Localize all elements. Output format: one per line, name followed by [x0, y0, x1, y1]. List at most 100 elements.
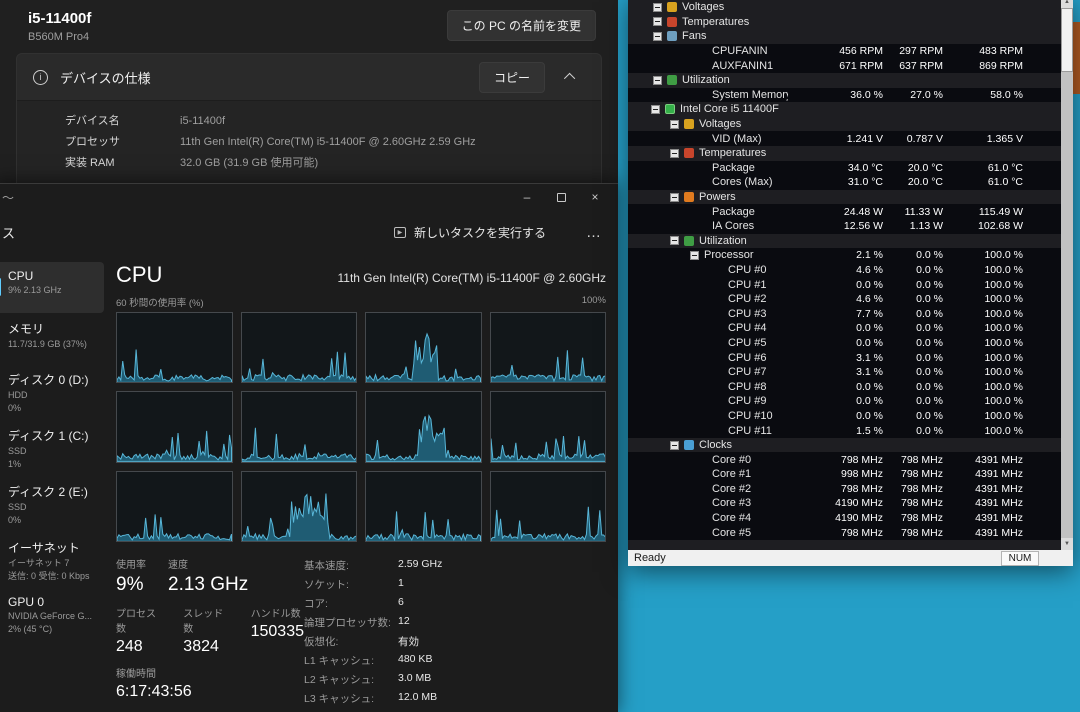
tree-expander-icon[interactable] — [653, 32, 662, 41]
sensor-row[interactable]: VID (Max) 1.241 V 0.787 V 1.365 V — [628, 131, 1061, 146]
sensor-row[interactable]: CPUFANIN 456 RPM 297 RPM 483 RPM — [628, 44, 1061, 59]
sensor-row[interactable]: Processor 2.1 % 0.0 % 100.0 % — [628, 248, 1061, 263]
sensor-row[interactable]: Powers — [628, 190, 1061, 205]
sensor-row[interactable]: CPU #8 0.0 % 0.0 % 100.0 % — [628, 379, 1061, 394]
sensor-row[interactable]: CPU #6 3.1 % 0.0 % 100.0 % — [628, 350, 1061, 365]
taskman-sidebar-item[interactable]: ディスク 1 (C:) SSD 1% — [0, 420, 104, 476]
taskman-app-icon: 〜 — [2, 189, 14, 206]
device-spec-card-header[interactable]: デバイスの仕様 コピー — [17, 54, 601, 100]
sensor-row[interactable]: Core #3 4190 MHz 798 MHz 4391 MHz — [628, 496, 1061, 511]
scrollbar-thumb[interactable] — [1061, 8, 1073, 72]
sensor-label: Processor — [704, 248, 754, 262]
sensor-value-current: 798 MHz — [788, 526, 883, 540]
sensor-value-max: 100.0 % — [943, 351, 1023, 365]
taskman-sidebar-item[interactable]: CPU 9% 2.13 GHz — [0, 262, 104, 313]
sensor-row[interactable]: Cores (Max) 31.0 °C 20.0 °C 61.0 °C — [628, 175, 1061, 190]
tree-expander-icon[interactable] — [690, 251, 699, 260]
copy-button[interactable]: コピー — [479, 62, 545, 93]
sensor-row[interactable]: Voltages — [628, 0, 1061, 15]
cpu-core-graph-grid — [116, 312, 606, 542]
sensor-row[interactable]: Fans — [628, 29, 1061, 44]
close-button[interactable]: × — [578, 184, 612, 210]
sensor-row[interactable]: CPU #2 4.6 % 0.0 % 100.0 % — [628, 292, 1061, 307]
sensor-row[interactable]: CPU #1 0.0 % 0.0 % 100.0 % — [628, 277, 1061, 292]
sensor-row[interactable]: Utilization — [628, 234, 1061, 249]
scrollbar[interactable]: ▲ ▼ — [1061, 0, 1073, 550]
tree-expander-icon[interactable] — [653, 76, 662, 85]
cpu-logical-processor-graph[interactable] — [365, 312, 482, 383]
sensor-value-current: 456 RPM — [788, 44, 883, 58]
tree-expander-icon[interactable] — [670, 149, 679, 158]
sensor-row[interactable]: CPU #3 7.7 % 0.0 % 100.0 % — [628, 306, 1061, 321]
sensor-value-min: 1.13 W — [883, 219, 943, 233]
taskman-sidebar-item[interactable]: GPU 0 NVIDIA GeForce G... 2% (45 °C) — [0, 588, 104, 641]
sensor-row[interactable]: CPU #11 1.5 % 0.0 % 100.0 % — [628, 423, 1061, 438]
more-options-button[interactable]: … — [586, 224, 602, 241]
run-new-task-button[interactable]: 新しいタスクを実行する — [388, 223, 552, 242]
scroll-down-arrow[interactable]: ▼ — [1061, 538, 1073, 550]
sensor-row[interactable]: CPU #5 0.0 % 0.0 % 100.0 % — [628, 336, 1061, 351]
sensor-row[interactable]: Temperatures — [628, 15, 1061, 30]
cpu-logical-processor-graph[interactable] — [241, 312, 358, 383]
sensor-row[interactable]: CPU #0 4.6 % 0.0 % 100.0 % — [628, 263, 1061, 278]
cpu-logical-processor-graph[interactable] — [490, 312, 607, 383]
sensor-value-current: 0.0 % — [788, 380, 883, 394]
taskman-sidebar-item[interactable]: ディスク 0 (D:) HDD 0% — [0, 364, 104, 420]
sensor-row[interactable]: CPU #4 0.0 % 0.0 % 100.0 % — [628, 321, 1061, 336]
tree-expander-icon[interactable] — [670, 120, 679, 129]
sensor-row[interactable]: Package 34.0 °C 20.0 °C 61.0 °C — [628, 161, 1061, 176]
sensor-value-min: 0.0 % — [883, 248, 943, 262]
sensor-row[interactable]: CPU #9 0.0 % 0.0 % 100.0 % — [628, 394, 1061, 409]
sensor-row[interactable]: Package 24.48 W 11.33 W 115.49 W — [628, 204, 1061, 219]
cpu-logical-processor-graph[interactable] — [241, 391, 358, 462]
tree-expander-icon[interactable] — [651, 105, 660, 114]
tree-expander-icon[interactable] — [670, 236, 679, 245]
tree-expander-icon[interactable] — [653, 17, 662, 26]
taskman-sidebar-item[interactable]: メモリ 11.7/31.9 GB (37%) — [0, 313, 104, 364]
chevron-up-icon[interactable] — [564, 73, 575, 84]
cpu-logical-processor-graph[interactable] — [116, 471, 233, 542]
stat-pair: 稼働時間 6:17:43:56 — [116, 665, 192, 701]
sensor-label: CPU #5 — [728, 336, 767, 350]
scroll-up-arrow[interactable]: ▲ — [1061, 0, 1073, 8]
tree-expander-icon[interactable] — [670, 193, 679, 202]
cpu-logical-processor-graph[interactable] — [116, 391, 233, 462]
cpu-logical-processor-graph[interactable] — [116, 312, 233, 383]
sensor-label: CPU #2 — [728, 292, 767, 306]
sensor-row[interactable]: Core #4 4190 MHz 798 MHz 4391 MHz — [628, 511, 1061, 526]
minimize-button[interactable]: – — [510, 184, 544, 210]
sensor-row[interactable]: CPU #10 0.0 % 0.0 % 100.0 % — [628, 409, 1061, 424]
sensor-label: Core #4 — [712, 511, 751, 525]
sidebar-item-title: ディスク 2 (E:) — [8, 483, 98, 500]
sensor-row[interactable]: Voltages — [628, 117, 1061, 132]
sensor-value-current: 0.0 % — [788, 278, 883, 292]
taskman-sidebar-item[interactable]: イーサネット イーサネット 7 送信: 0 受信: 0 Kbps — [0, 532, 104, 588]
sensor-row[interactable]: CPU #7 3.1 % 0.0 % 100.0 % — [628, 365, 1061, 380]
tree-expander-icon[interactable] — [670, 441, 679, 450]
rename-pc-button[interactable]: この PC の名前を変更 — [447, 10, 596, 41]
detail-value: 12 — [398, 615, 442, 630]
taskman-sidebar-item[interactable]: ディスク 2 (E:) SSD 0% — [0, 476, 104, 532]
sensor-row[interactable]: IA Cores 12.56 W 1.13 W 102.68 W — [628, 219, 1061, 234]
cpu-logical-processor-graph[interactable] — [490, 391, 607, 462]
tree-expander-icon[interactable] — [653, 3, 662, 12]
detail-value: 1 — [398, 577, 442, 592]
taskman-titlebar[interactable]: 〜 – × — [0, 184, 618, 210]
sensor-row[interactable]: Intel Core i5 11400F — [628, 102, 1061, 117]
sensor-row[interactable]: System Memory 36.0 % 27.0 % 58.0 % — [628, 88, 1061, 103]
sensor-row[interactable]: Core #1 998 MHz 798 MHz 4391 MHz — [628, 467, 1061, 482]
sensor-row[interactable]: Core #0 798 MHz 798 MHz 4391 MHz — [628, 452, 1061, 467]
sensor-row[interactable]: Core #5 798 MHz 798 MHz 4391 MHz — [628, 525, 1061, 540]
maximize-button[interactable] — [544, 184, 578, 210]
cpu-logical-processor-graph[interactable] — [365, 471, 482, 542]
sensor-row[interactable]: Clocks — [628, 438, 1061, 453]
sensor-row[interactable]: Core #2 798 MHz 798 MHz 4391 MHz — [628, 482, 1061, 497]
sensor-row[interactable]: AUXFANIN1 671 RPM 637 RPM 869 RPM — [628, 58, 1061, 73]
sensor-value-current: 0.0 % — [788, 336, 883, 350]
cpu-logical-processor-graph[interactable] — [365, 391, 482, 462]
sensor-row[interactable]: Temperatures — [628, 146, 1061, 161]
cpu-logical-processor-graph[interactable] — [241, 471, 358, 542]
detail-label: L2 キャッシュ: — [304, 672, 390, 687]
sensor-row[interactable]: Utilization — [628, 73, 1061, 88]
cpu-logical-processor-graph[interactable] — [490, 471, 607, 542]
